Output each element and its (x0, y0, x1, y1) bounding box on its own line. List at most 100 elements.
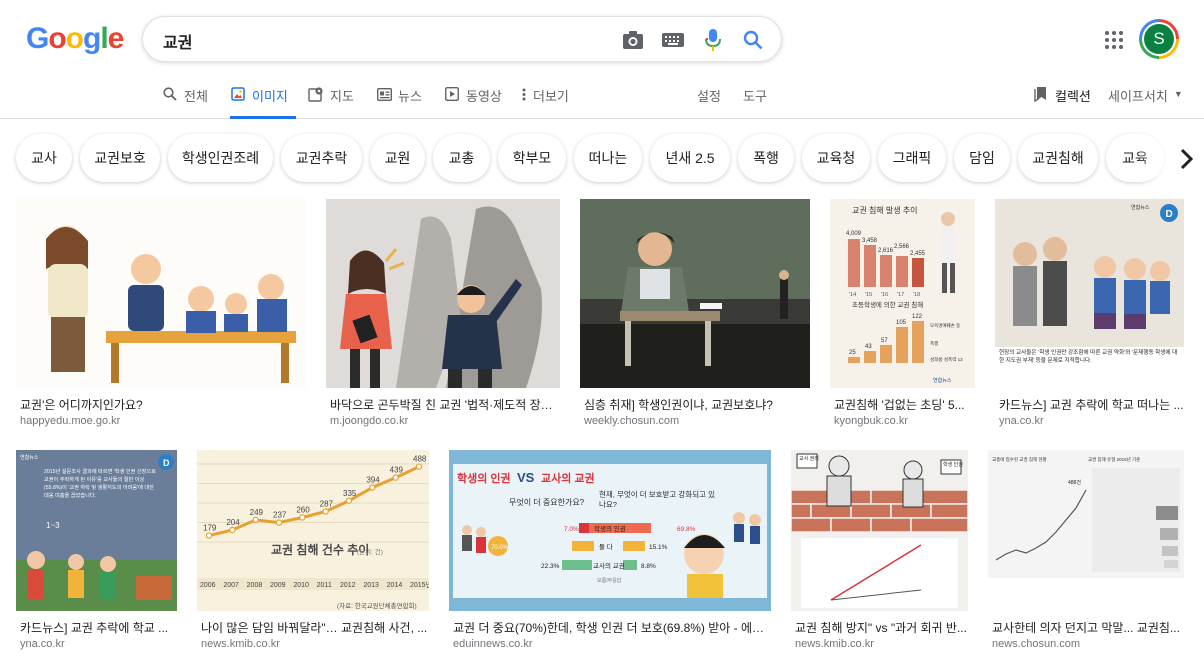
collections-button[interactable]: 컬렉션 (1033, 86, 1091, 119)
result-source[interactable]: kyongbuk.co.kr (834, 415, 908, 427)
data-label: 260 (296, 505, 310, 514)
chip[interactable]: 학생인권조례 (168, 134, 273, 182)
image-result[interactable]: 바닥으로 곤두박질 친 교권 '법적·제도적 장치... m.joongdo.c… (326, 199, 560, 431)
chip[interactable]: 년새 2.5 (650, 134, 730, 182)
card-text: 2015년 설문조사 결과에 따르면 '학생 인권 신장으로 교권이 추락하게 … (44, 469, 156, 499)
chip[interactable]: 교권보호 (80, 134, 160, 182)
chip[interactable]: 학부모 (498, 134, 566, 182)
result-thumbnail[interactable]: D 연합뉴스 2015년 설문조사 결과에 따르면 '학생 인권 신장으로 교권… (16, 450, 177, 611)
result-source[interactable]: news.kmib.co.kr (201, 638, 280, 650)
result-thumbnail[interactable]: 교사 권리 학생 인권 (791, 450, 968, 611)
vs-label: VS (517, 470, 535, 485)
image-result[interactable]: 교총에 접수된 교권 침해 현황 교권 침해 유형 2016년 기준 488건 … (988, 450, 1184, 655)
result-source[interactable]: happyedu.moe.go.kr (20, 415, 120, 427)
chip[interactable]: 담임 (954, 134, 1010, 182)
data-point (299, 514, 306, 521)
result-thumbnail[interactable]: 교권 침해 발생 추이 4,009 3,458 2,616 2,566 2,45… (830, 199, 975, 388)
chip[interactable]: 폭행 (738, 134, 794, 182)
search-box[interactable]: 교권 (142, 16, 782, 62)
result-thumbnail[interactable] (16, 199, 306, 388)
result-caption[interactable]: 교권 더 중요(70%)한데, 학생 인권 더 보호(69.8%) 받아 - 에… (453, 619, 771, 636)
bar (1164, 560, 1178, 568)
result-caption[interactable]: 바닥으로 곤두박질 친 교권 '법적·제도적 장치... (330, 396, 560, 413)
data-label: 488 (413, 455, 427, 464)
chip[interactable]: 그래픽 (878, 134, 946, 182)
result-source[interactable]: m.joongdo.co.kr (330, 415, 408, 427)
result-thumbnail[interactable]: D 연합뉴스 현장의 교사들은 '학생 인권만 강조함에 따른 교권 약화'와 … (995, 199, 1184, 388)
result-source[interactable]: news.kmib.co.kr (795, 638, 874, 650)
bar-label: 2,455 (910, 251, 926, 257)
result-caption[interactable]: 심층 취재] 학생인권이냐, 교권보호냐? (584, 396, 810, 413)
bar-label: 105 (896, 320, 907, 326)
tab-images[interactable]: 이미지 (230, 86, 296, 119)
keyboard-icon[interactable] (661, 28, 685, 52)
search-icon[interactable] (741, 28, 765, 52)
image-result[interactable]: D 연합뉴스 2015년 설문조사 결과에 따르면 '학생 인권 신장으로 교권… (16, 450, 177, 655)
result-thumbnail[interactable]: 학생의 인권 VS 교사의 교권 무엇이 더 중요한가요? 현재, 무엇이 더 … (449, 450, 771, 611)
result-source[interactable]: news.chosun.com (992, 638, 1080, 650)
result-source[interactable]: yna.co.kr (20, 638, 65, 650)
result-thumbnail[interactable] (326, 199, 560, 388)
year-label: '14 (849, 292, 856, 298)
result-thumbnail[interactable] (580, 199, 810, 388)
result-caption[interactable]: 카드뉴스] 교권 추락에 학교 ... (20, 619, 177, 636)
bar (1160, 528, 1178, 540)
bar (864, 245, 876, 287)
account-avatar[interactable]: S (1139, 19, 1179, 59)
result-caption[interactable]: 교권'은 어디까지인가요? (20, 396, 306, 413)
result-source[interactable]: yna.co.kr (999, 415, 1044, 427)
image-result[interactable]: 교사 권리 학생 인권 교권 침해 방지" vs "과거 회귀 반... new… (791, 450, 968, 655)
google-logo[interactable]: Google (26, 22, 124, 56)
data-point (205, 532, 213, 539)
tab-settings[interactable]: 설정 (697, 86, 721, 119)
year-label: '17 (897, 292, 904, 298)
result-thumbnail[interactable]: 교총에 접수된 교권 침해 현황 교권 침해 유형 2016년 기준 488건 (988, 450, 1184, 611)
microphone-icon[interactable] (701, 28, 725, 52)
chip[interactable]: 교사 (16, 134, 72, 182)
chevron-right-icon[interactable] (1168, 139, 1204, 179)
chip[interactable]: 교권침해 (1018, 134, 1098, 182)
tab-tools[interactable]: 도구 (743, 86, 767, 119)
chip[interactable]: 떠나는 (574, 134, 642, 182)
data-label: 204 (226, 518, 240, 527)
play-icon (444, 86, 460, 102)
chip[interactable]: 교권추락 (281, 134, 362, 182)
result-caption[interactable]: 교권 침해 방지" vs "과거 회귀 반... (795, 619, 968, 636)
year-label: 2010 (293, 582, 309, 589)
result-source[interactable]: weekly.chosun.com (584, 415, 679, 427)
bar (912, 258, 924, 287)
data-label: 287 (320, 499, 334, 508)
search-tabs: 전체 이미지 지도 뉴스 동영상 더보기 설정 도구 컬렉션 세이프서치 ▼ (0, 84, 1204, 119)
tab-all[interactable]: 전체 (162, 86, 208, 119)
camera-icon[interactable] (621, 28, 645, 52)
tab-maps[interactable]: 지도 (308, 86, 354, 119)
chip[interactable]: 교육청 (802, 134, 870, 182)
tab-videos[interactable]: 동영상 (444, 86, 502, 119)
logo-label: 연합뉴스 (20, 454, 39, 461)
tab-news[interactable]: 뉴스 (376, 86, 422, 119)
bar (848, 239, 860, 287)
image-result[interactable]: 179 204 249 237 260 287 335 394 439 488 2006 2007 2… (197, 450, 429, 655)
chip[interactable]: 교총 (433, 134, 490, 182)
chip[interactable]: 교원 (370, 134, 425, 182)
image-result[interactable]: 교권 침해 발생 추이 4,009 3,458 2,616 2,566 2,45… (830, 199, 975, 431)
result-caption[interactable]: 카드뉴스] 교권 추락에 학교 떠나는 ... (999, 396, 1184, 413)
tab-label: 설정 (697, 89, 721, 104)
result-thumbnail[interactable]: 179 204 249 237 260 287 335 394 439 488 2006 2007 2… (197, 450, 429, 611)
result-source[interactable]: eduinnews.co.kr (453, 638, 533, 650)
image-result[interactable]: 학생의 인권 VS 교사의 교권 무엇이 더 중요한가요? 현재, 무엇이 더 … (449, 450, 771, 655)
value-right: 15.1% (649, 544, 668, 551)
tab-more[interactable]: 더보기 (521, 86, 569, 119)
result-caption[interactable]: 교권침해 '겁없는 초딩' 5... (834, 396, 975, 413)
image-result[interactable]: D 연합뉴스 현장의 교사들은 '학생 인권만 강조함에 따른 교권 약화'와 … (995, 199, 1184, 431)
search-input[interactable]: 교권 (163, 29, 192, 53)
apps-grid-icon[interactable] (1104, 30, 1124, 50)
image-result[interactable]: 교권'은 어디까지인가요? happyedu.moe.go.kr (16, 199, 306, 431)
image-result[interactable]: 심층 취재] 학생인권이냐, 교권보호냐? weekly.chosun.com (580, 199, 810, 431)
header: Google 교권 S 전체 이미지 지도 뉴스 동영상 더보기 설정 도구 컬… (0, 0, 1204, 119)
news-icon (376, 86, 392, 102)
sign-right: 학생 인권 (943, 461, 963, 468)
result-caption[interactable]: 교사한테 의자 던지고 막말... 교권침... (992, 619, 1184, 636)
result-caption[interactable]: 나이 많은 담임 바꿔달라"… 교권침해 사건, ... (201, 619, 429, 636)
safesearch-button[interactable]: 세이프서치 ▼ (1108, 86, 1183, 119)
